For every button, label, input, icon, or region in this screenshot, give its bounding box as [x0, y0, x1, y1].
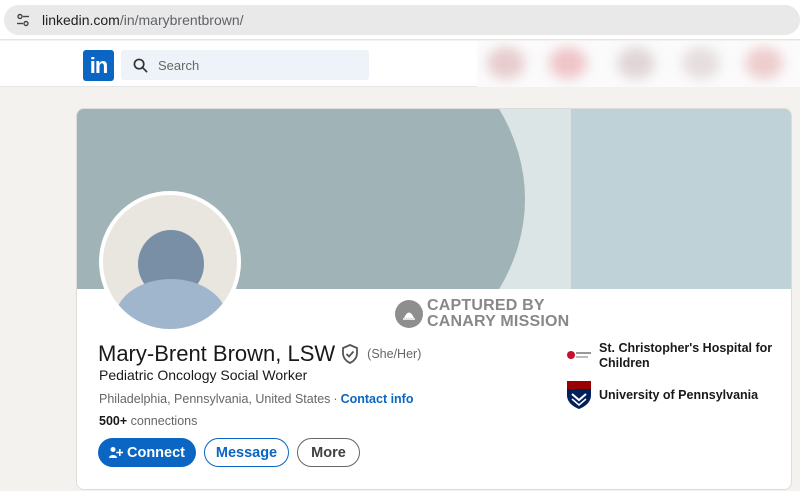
watermark-line-1: CAPTURED BY	[427, 297, 545, 314]
site-settings-icon[interactable]	[14, 11, 32, 29]
search-input[interactable]	[158, 57, 348, 73]
message-button[interactable]: Message	[204, 438, 289, 467]
blurred-nav-icons	[477, 41, 800, 87]
connections-number: 500+	[99, 414, 128, 428]
hospital-logo-icon	[565, 341, 593, 369]
org-item-st-christophers[interactable]: St. Christopher's Hospital for Children	[565, 341, 785, 371]
org-item-upenn[interactable]: University of Pennsylvania	[565, 381, 785, 409]
url-host: linkedin.com	[42, 12, 120, 28]
more-button[interactable]: More	[297, 438, 360, 467]
contact-info-link[interactable]: Contact info	[341, 392, 414, 406]
url-text[interactable]: linkedin.com/in/marybrentbrown/	[42, 12, 244, 28]
search-box[interactable]	[121, 50, 369, 80]
profile-headline: Pediatric Oncology Social Worker	[99, 367, 308, 383]
penn-shield-icon	[565, 381, 593, 409]
location-row: Philadelphia, Pennsylvania, United State…	[99, 392, 414, 406]
profile-name: Mary-Brent Brown, LSW	[98, 341, 336, 366]
connections-label: connections	[130, 414, 198, 428]
add-person-icon	[109, 446, 123, 458]
linkedin-logo[interactable]: in	[83, 50, 114, 81]
organizations-list: St. Christopher's Hospital for Children …	[565, 341, 785, 419]
profile-location: Philadelphia, Pennsylvania, United State…	[99, 392, 331, 406]
url-path: /in/marybrentbrown/	[119, 12, 244, 28]
connect-button[interactable]: Connect	[98, 438, 196, 467]
address-bar[interactable]: linkedin.com/in/marybrentbrown/	[4, 5, 800, 35]
name-row: Mary-Brent Brown, LSW (She/Her)	[98, 341, 421, 367]
separator-dot: ·	[333, 392, 338, 406]
canary-logo-icon	[395, 300, 423, 328]
canary-mission-watermark: CAPTURED BY CANARY MISSION	[395, 298, 569, 330]
avatar-body-shape	[115, 279, 227, 329]
search-icon	[133, 58, 148, 72]
profile-card: CAPTURED BY CANARY MISSION Mary-Brent Br…	[76, 108, 792, 490]
org-name: St. Christopher's Hospital for Children	[599, 341, 773, 370]
linkedin-navbar: in	[0, 41, 800, 87]
watermark-line-2: CANARY MISSION	[427, 313, 570, 330]
pronouns: (She/Her)	[367, 347, 422, 361]
connections-count[interactable]: 500+ connections	[99, 414, 197, 428]
profile-avatar[interactable]	[99, 191, 241, 333]
org-name: University of Pennsylvania	[599, 388, 759, 402]
profile-actions: Connect Message More	[98, 438, 360, 467]
browser-toolbar: linkedin.com/in/marybrentbrown/	[0, 0, 800, 40]
connect-label: Connect	[127, 444, 185, 461]
verified-shield-icon[interactable]	[341, 344, 359, 364]
